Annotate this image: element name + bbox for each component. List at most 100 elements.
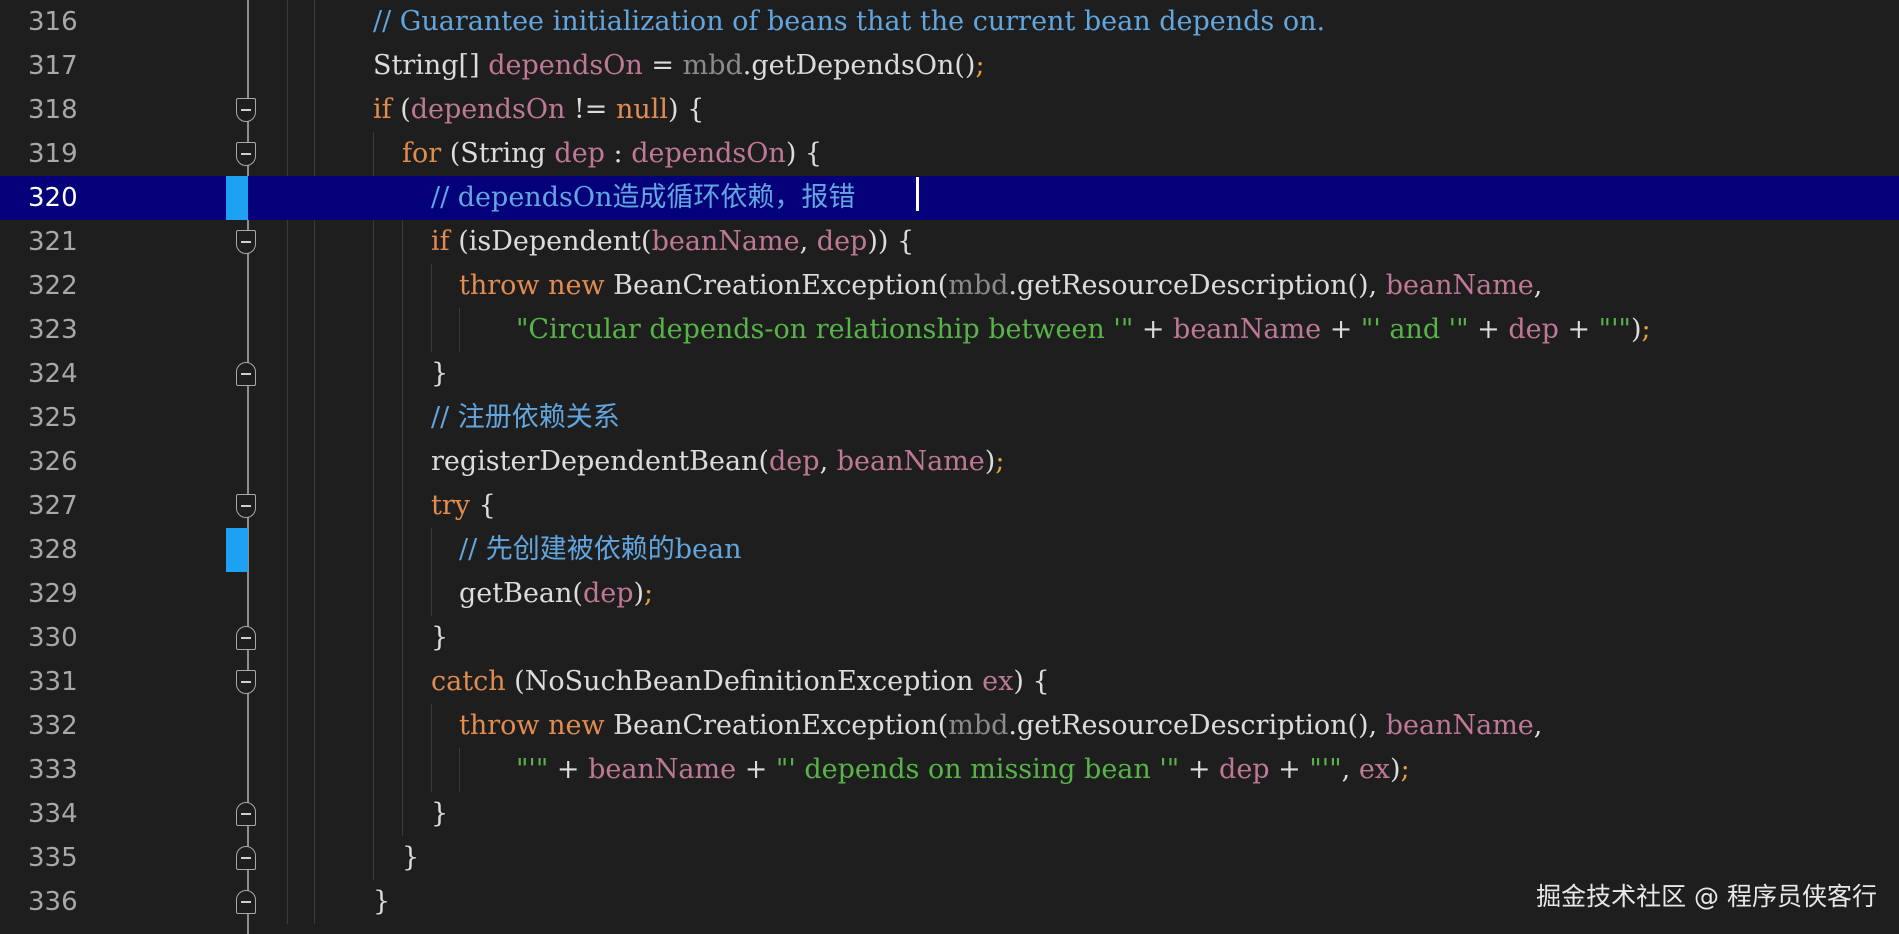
code-line[interactable]: 322 throw new BeanCreationException(mbd.g… [0, 264, 1899, 308]
line-number: 328 [28, 535, 78, 565]
code-token: beanName [1385, 710, 1534, 741]
code-token: null [615, 94, 669, 125]
code-token: + [1468, 314, 1509, 345]
code-token: BeanCreationException( [604, 710, 949, 741]
code-line[interactable]: 329 getBean(dep); [0, 572, 1899, 616]
code-line[interactable]: 320 // dependsOn造成循环依赖，报错 [0, 176, 1899, 220]
code-text: if (dependsOn != null) { [373, 88, 704, 132]
code-text: } [431, 616, 448, 660]
line-number: 335 [28, 843, 78, 873]
code-token: new [548, 270, 605, 301]
code-token: ex [982, 666, 1014, 697]
line-number: 323 [28, 315, 78, 345]
line-number: 319 [28, 139, 78, 169]
code-text: // dependsOn造成循环依赖，报错 [431, 176, 855, 220]
code-editor[interactable]: 316 // Guarantee initialization of beans … [0, 0, 1899, 934]
code-token: getBean( [459, 578, 583, 609]
line-number: 321 [28, 227, 78, 257]
code-line[interactable]: 317 String[] dependsOn = mbd.getDependsOn… [0, 44, 1899, 88]
code-token: { [470, 490, 496, 521]
code-token: dependsOn [410, 94, 566, 125]
code-token: beanName [588, 754, 737, 785]
code-token: .getResourceDescription(), [1008, 710, 1386, 741]
code-token: (String [441, 138, 555, 169]
code-token: : [604, 138, 632, 169]
line-number: 326 [28, 447, 78, 477]
code-line[interactable]: 335} [0, 836, 1899, 880]
code-token: BeanCreationException( [604, 270, 949, 301]
fold-end-icon[interactable] [236, 362, 256, 386]
code-token: } [373, 886, 391, 917]
code-line[interactable]: 321 if (isDependent(beanName, dep)) { [0, 220, 1899, 264]
change-marker [226, 176, 248, 220]
line-number: 322 [28, 271, 78, 301]
code-token: "'" [1309, 754, 1342, 785]
code-token: mbd [948, 270, 1009, 301]
code-line[interactable]: 333 "'" + beanName + "' depends on missin… [0, 748, 1899, 792]
fold-collapse-icon[interactable] [236, 142, 256, 166]
code-token: ; [1400, 754, 1410, 785]
code-token: beanName [651, 226, 800, 257]
fold-collapse-icon[interactable] [236, 230, 256, 254]
code-token: if [373, 94, 392, 125]
line-number: 336 [28, 887, 78, 917]
code-line[interactable]: 328 // 先创建被依赖的bean [0, 528, 1899, 572]
code-token: ; [1641, 314, 1651, 345]
code-token: "' depends on missing bean '" [775, 754, 1180, 785]
code-line[interactable]: 330} [0, 616, 1899, 660]
code-text: // 注册依赖关系 [431, 396, 620, 440]
code-line[interactable]: 324} [0, 352, 1899, 396]
code-token: } [431, 358, 449, 389]
code-token: for [402, 138, 442, 169]
code-text: String[] dependsOn = mbd.getDependsOn(); [373, 44, 985, 88]
fold-end-icon[interactable] [236, 890, 256, 914]
code-line[interactable]: 319 for (String dep : dependsOn) { [0, 132, 1899, 176]
code-line[interactable]: 326 registerDependentBean(dep, beanName); [0, 440, 1899, 484]
code-token: mbd [682, 50, 743, 81]
line-number: 333 [28, 755, 78, 785]
code-line[interactable]: 332 throw new BeanCreationException(mbd.g… [0, 704, 1899, 748]
code-token: dep [582, 578, 634, 609]
code-text: registerDependentBean(dep, beanName); [431, 440, 1004, 484]
code-token: + [1321, 314, 1361, 345]
code-token: } [431, 622, 449, 653]
fold-collapse-icon[interactable] [236, 494, 256, 518]
code-line[interactable]: 327 try { [0, 484, 1899, 528]
line-number: 318 [28, 95, 78, 125]
code-token: ; [975, 50, 985, 81]
code-line[interactable]: 323 "Circular depends-on relationship bet… [0, 308, 1899, 352]
code-token: (NoSuchBeanDefinitionException [505, 666, 983, 697]
code-token: dependsOn [631, 138, 786, 169]
code-text: for (String dep : dependsOn) { [402, 132, 822, 176]
code-token: } [431, 798, 449, 829]
code-line[interactable]: 318 if (dependsOn != null) { [0, 88, 1899, 132]
code-token: ; [995, 446, 1005, 477]
fold-collapse-icon[interactable] [236, 98, 256, 122]
code-text: } [431, 352, 448, 396]
fold-collapse-icon[interactable] [236, 670, 256, 694]
code-line[interactable]: 325 // 注册依赖关系 [0, 396, 1899, 440]
code-text: throw new BeanCreationException(mbd.getR… [459, 704, 1542, 748]
code-token: )) { [867, 226, 915, 257]
code-token: // dependsOn造成循环依赖，报错 [431, 182, 856, 213]
code-token: + [1133, 314, 1174, 345]
code-line[interactable]: 316 // Guarantee initialization of beans … [0, 0, 1899, 44]
line-number: 330 [28, 623, 78, 653]
code-token: } [402, 842, 420, 873]
fold-end-icon[interactable] [236, 802, 256, 826]
code-text: } [373, 880, 390, 924]
code-text: getBean(dep); [459, 572, 653, 616]
code-token: new [548, 710, 605, 741]
code-token: // 先创建被依赖的bean [459, 534, 742, 565]
fold-end-icon[interactable] [236, 626, 256, 650]
fold-end-icon[interactable] [236, 846, 256, 870]
code-token: dep [816, 226, 868, 257]
code-text: if (isDependent(beanName, dep)) { [431, 220, 914, 264]
code-token: ) [1630, 314, 1642, 345]
code-token: beanName [836, 446, 985, 477]
code-line[interactable]: 331 catch (NoSuchBeanDefinitionException … [0, 660, 1899, 704]
code-line[interactable]: 334} [0, 792, 1899, 836]
code-text: throw new BeanCreationException(mbd.getR… [459, 264, 1542, 308]
code-token: dep [1508, 314, 1559, 345]
code-token: catch [431, 666, 506, 697]
